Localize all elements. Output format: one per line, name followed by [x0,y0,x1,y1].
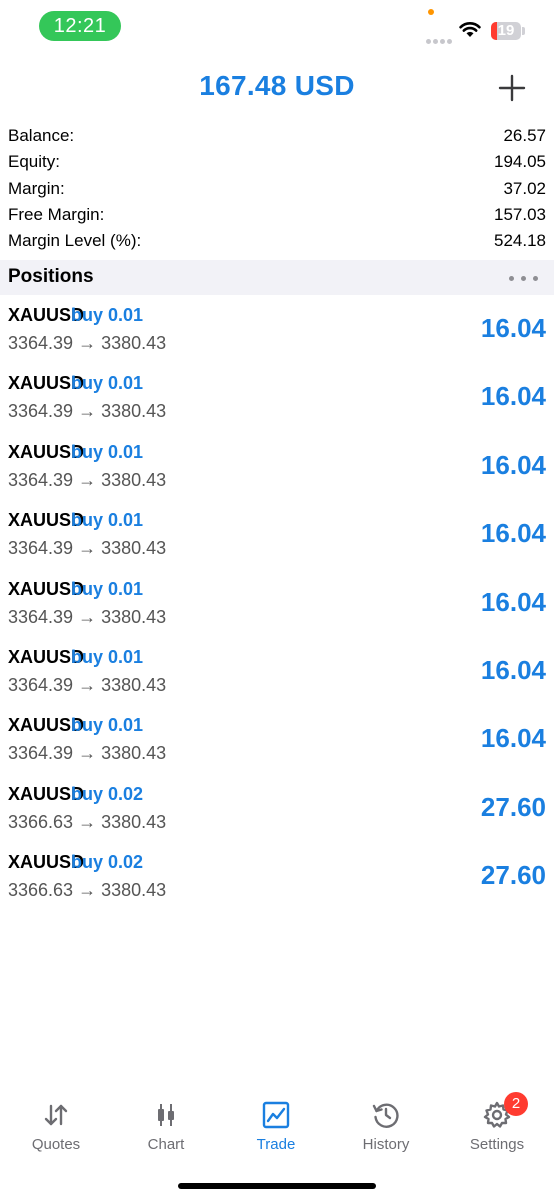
position-profit: 16.04 [480,586,546,617]
position-prices: 3364.39 → 3380.43 [8,538,167,559]
position-side-volume: buy 0.01 [71,373,144,394]
summary-value: 37.02 [503,178,546,198]
position-prices: 3364.39 → 3380.43 [8,606,167,627]
position-side-volume: buy 0.01 [71,578,144,599]
position-row[interactable]: XAUUSD buy 0.01 3364.39 → 3380.43 16.04 [0,505,554,573]
tab-quotes[interactable]: Quotes [1,1092,111,1162]
wifi-icon [459,22,481,37]
position-profit: 16.04 [480,518,546,549]
position-prices: 3364.39 → 3380.43 [8,743,167,764]
summary-label: Free Margin: [8,204,105,224]
position-prices: 3366.63 → 3380.43 [8,811,167,832]
position-row[interactable]: XAUUSD buy 0.02 3366.63 → 3380.43 27.60 [0,779,554,847]
position-prices: 3364.39 → 3380.43 [8,674,167,695]
quotes-arrows-icon [44,1104,68,1126]
tab-settings[interactable]: Settings 2 [442,1092,552,1162]
battery-icon: 19 [491,22,521,40]
summary-label: Margin Level (%): [8,231,142,251]
cellular-signal-icon [426,31,454,49]
summary-value: 524.18 [494,231,546,251]
tab-history[interactable]: History [331,1092,441,1162]
position-prices: 3364.39 → 3380.43 [8,333,167,353]
battery-tip [522,27,525,35]
summary-row-margin-level: Margin Level (%): 524.18 [0,228,554,254]
position-side-volume: buy 0.01 [71,510,144,531]
tab-label: Chart [147,1136,185,1153]
position-profit: 27.60 [480,791,546,822]
tab-label: History [362,1136,410,1153]
position-profit: 16.04 [480,313,546,343]
ellipsis-icon [509,276,514,281]
add-order-button[interactable] [494,70,530,106]
battery-level: 19 [497,22,515,39]
position-row[interactable]: XAUUSD buy 0.01 3364.39 → 3380.43 16.04 [0,574,554,642]
position-side-volume: buy 0.01 [71,646,144,667]
position-profit: 16.04 [480,654,546,685]
position-profit: 16.04 [480,723,546,754]
status-time: 12:21 [39,11,121,41]
positions-title: Positions [8,266,94,287]
tab-trade[interactable]: Trade [221,1092,331,1162]
positions-list: XAUUSD buy 0.01 3364.39 → 3380.43 16.04 … [0,300,554,916]
notification-badge: 2 [504,1092,528,1116]
summary-row-equity: Equity: 194.05 [0,149,554,175]
position-row[interactable]: XAUUSD buy 0.01 3364.39 → 3380.43 16.04 [0,437,554,505]
home-indicator [178,1183,376,1189]
plus-icon [498,74,526,102]
account-summary: Balance: 26.57 Equity: 194.05 Margin: 37… [0,123,554,254]
position-row[interactable]: XAUUSD buy 0.01 3364.39 → 3380.43 16.04 [0,300,554,368]
summary-row-free-margin: Free Margin: 157.03 [0,202,554,228]
summary-value: 26.57 [503,126,546,145]
positions-section-header: Positions [0,260,554,295]
position-side-volume: buy 0.01 [71,305,144,325]
summary-value: 157.03 [494,204,546,224]
summary-label: Balance: [8,126,75,145]
candlestick-chart-icon [158,1104,174,1126]
position-prices: 3366.63 → 3380.43 [8,880,167,901]
history-clock-icon [372,1103,399,1128]
position-profit: 16.04 [480,381,546,412]
bottom-tab-bar: Quotes Chart Trade History Settings 2 [0,1092,554,1162]
positions-more-button[interactable] [506,268,542,288]
summary-row-margin: Margin: 37.02 [0,176,554,202]
position-side-volume: buy 0.01 [71,715,144,736]
tab-label: Quotes [31,1136,81,1153]
position-row[interactable]: XAUUSD buy 0.01 3364.39 → 3380.43 16.04 [0,368,554,436]
position-profit: 16.04 [480,449,546,480]
position-row[interactable]: XAUUSD buy 0.01 3364.39 → 3380.43 16.04 [0,710,554,778]
position-side-volume: buy 0.02 [71,852,144,873]
position-row[interactable]: XAUUSD buy 0.02 3366.63 → 3380.43 27.60 [0,847,554,915]
position-profit: 27.60 [480,860,546,891]
orange-indicator-dot [428,9,434,15]
tab-label: Settings [469,1136,525,1153]
tab-label: Trade [256,1136,296,1153]
summary-row-balance: Balance: 26.57 [0,123,554,149]
account-equity-title: 167.48 USD [199,70,355,101]
position-prices: 3364.39 → 3380.43 [8,469,167,490]
position-side-volume: buy 0.01 [71,441,144,462]
trade-line-chart-icon [262,1101,290,1129]
summary-label: Margin: [8,178,65,198]
position-row[interactable]: XAUUSD buy 0.01 3364.39 → 3380.43 16.04 [0,642,554,710]
summary-label: Equity: [8,152,60,172]
tab-chart[interactable]: Chart [111,1092,221,1162]
status-bar: 12:21 19 [0,0,554,52]
position-side-volume: buy 0.02 [71,783,144,804]
summary-value: 194.05 [494,152,546,172]
position-prices: 3364.39 → 3380.43 [8,401,167,422]
